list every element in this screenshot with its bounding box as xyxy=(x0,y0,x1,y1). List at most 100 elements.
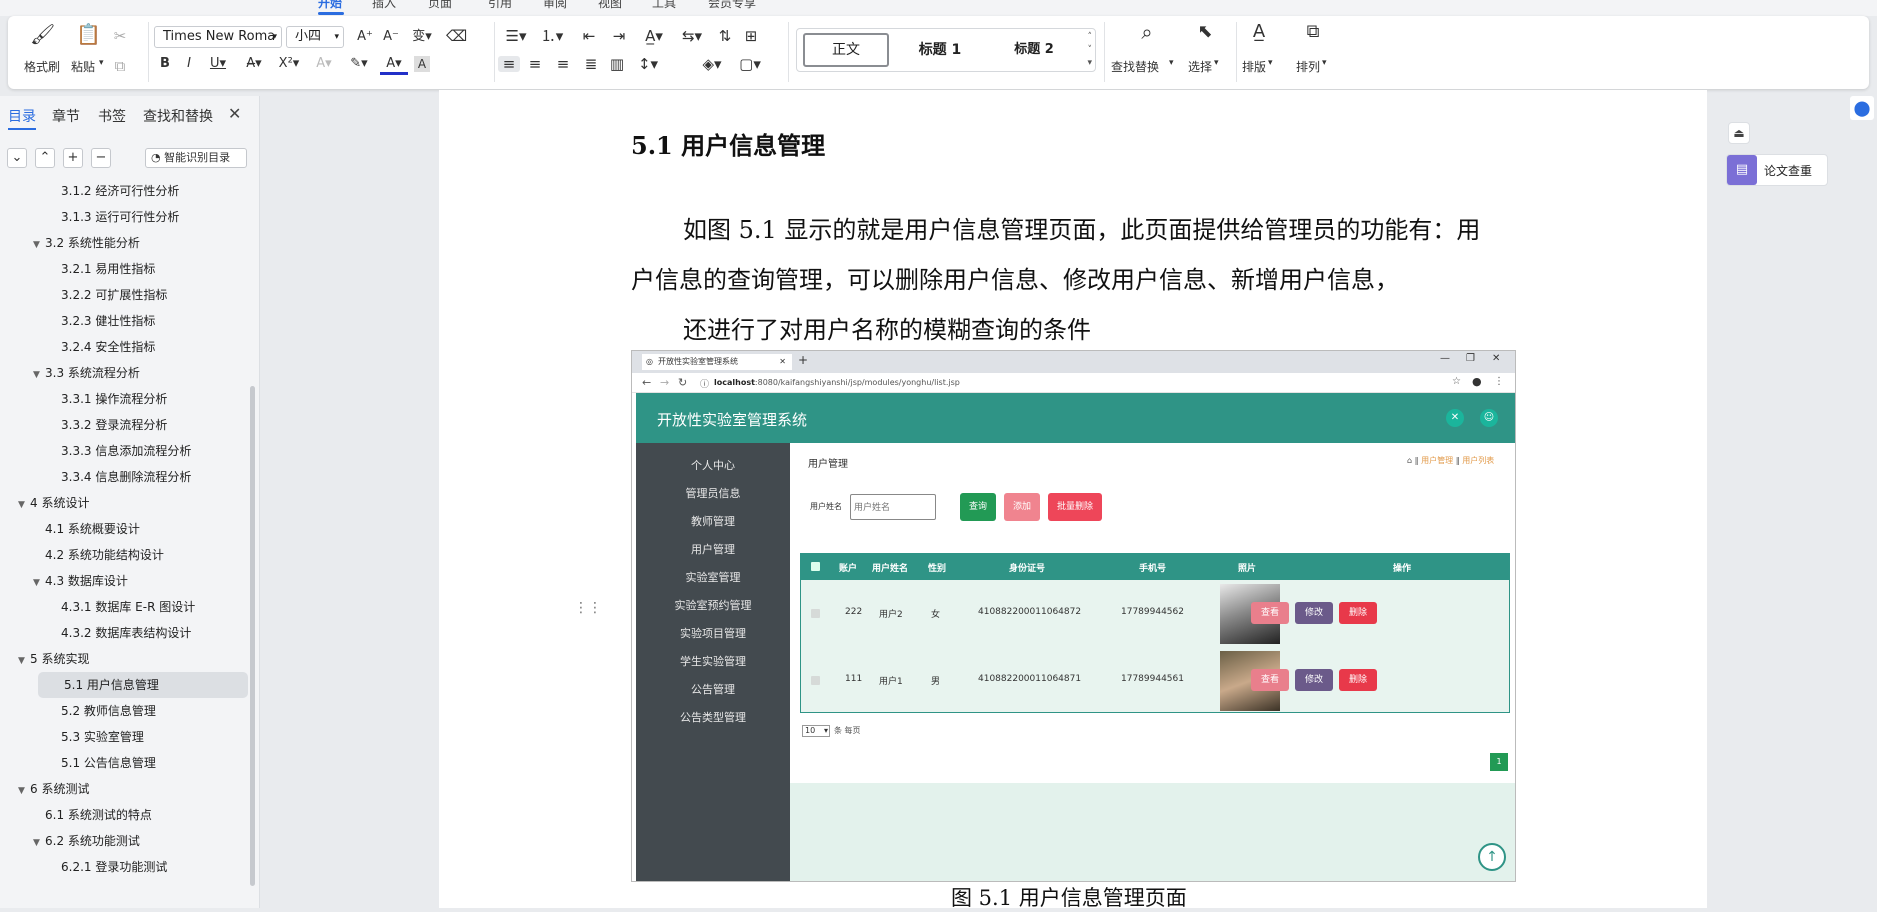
collapse-all-button[interactable]: ⌄ xyxy=(7,148,27,168)
sort-icon[interactable]: ⇅ xyxy=(716,28,734,44)
pagination-current[interactable]: 1 xyxy=(1490,753,1508,771)
forward-icon[interactable]: → xyxy=(660,376,669,389)
toc-item[interactable]: ▼ 6 系统测试 xyxy=(0,776,89,802)
toc-item[interactable]: 3.2.4 安全性指标 xyxy=(0,334,155,360)
paste-dropdown-icon[interactable]: ▾ xyxy=(99,58,104,68)
menu-tab-start[interactable]: 开始 xyxy=(318,0,342,11)
plagiarism-check-button[interactable]: ▤ 论文查重 xyxy=(1726,154,1828,186)
add-heading-button[interactable]: + xyxy=(63,148,83,168)
toc-item[interactable]: 3.1.3 运行可行性分析 xyxy=(0,204,179,230)
browser-tab[interactable]: ◎ 开放性实验室管理系统 ✕ xyxy=(642,354,792,370)
page-size-select[interactable]: 10 ▾ xyxy=(802,725,830,737)
expand-arrow-icon[interactable]: ▼ xyxy=(33,570,45,596)
star-icon[interactable]: ☆ xyxy=(1452,376,1461,387)
edit-button[interactable]: 修改 xyxy=(1295,669,1333,691)
minimize-icon[interactable]: — xyxy=(1440,353,1450,364)
toc-item[interactable]: 3.2.3 健壮性指标 xyxy=(0,308,155,334)
select-cursor-icon[interactable]: ⬉ xyxy=(1194,23,1216,41)
italic-icon[interactable]: I xyxy=(180,56,198,72)
chevron-down-icon[interactable]: ▾ xyxy=(1169,58,1174,68)
row-checkbox[interactable] xyxy=(811,676,820,685)
phonetic-icon[interactable]: 变▾ xyxy=(408,29,436,45)
search-input[interactable] xyxy=(850,494,936,520)
format-painter-icon[interactable]: 🖌 xyxy=(30,24,55,44)
user-icon[interactable]: ☺ xyxy=(1480,409,1498,427)
strikethrough-icon[interactable]: A̶▾ xyxy=(240,56,268,72)
app-menu-item[interactable]: 管理员信息 xyxy=(636,485,790,501)
back-to-top-icon[interactable]: ↑ xyxy=(1478,843,1506,871)
shrink-font-icon[interactable]: A⁻ xyxy=(382,29,400,45)
font-color-icon[interactable]: A▾ xyxy=(380,56,408,75)
superscript-icon[interactable]: X²▾ xyxy=(274,56,304,72)
toc-item[interactable]: 4.1 系统概要设计 xyxy=(0,516,140,542)
style-scroll-icon[interactable]: ˄ ˅ ▾ xyxy=(1087,31,1092,70)
font-size-select[interactable]: 小四 ▾ xyxy=(286,26,344,48)
menu-tab-page[interactable]: 页面 xyxy=(428,0,452,11)
find-replace-button[interactable]: 查找替换 xyxy=(1111,58,1159,75)
bold-icon[interactable]: B xyxy=(156,56,174,72)
toc-item[interactable]: ▼ 6.2 系统功能测试 xyxy=(0,828,140,854)
justify-icon[interactable]: ≣ xyxy=(582,56,600,72)
toc-item[interactable]: 4.2 系统功能结构设计 xyxy=(0,542,164,568)
expand-up-button[interactable]: ⌃ xyxy=(35,148,55,168)
toc-item[interactable]: 3.3.3 信息添加流程分析 xyxy=(0,438,191,464)
app-menu-item[interactable]: 实验项目管理 xyxy=(636,625,790,641)
batch-delete-button[interactable]: 批量删除 xyxy=(1048,493,1102,521)
decrease-indent-icon[interactable]: ⇤ xyxy=(580,28,598,44)
clear-format-icon[interactable]: ⌫ xyxy=(446,28,467,44)
text-effect-icon[interactable]: A▾ xyxy=(310,56,338,72)
toc-item[interactable]: 5.1 公告信息管理 xyxy=(0,750,156,776)
close-icon[interactable]: ✕ xyxy=(779,354,786,370)
back-icon[interactable]: ← xyxy=(642,376,651,389)
toc-item[interactable]: 3.1.2 经济可行性分析 xyxy=(0,178,179,204)
char-shading-icon[interactable]: A xyxy=(414,56,430,72)
expand-arrow-icon[interactable]: ▼ xyxy=(33,362,45,388)
breadcrumb-item[interactable]: 用户管理 xyxy=(1421,456,1453,465)
select-button[interactable]: 选择 xyxy=(1188,58,1212,75)
add-button[interactable]: 添加 xyxy=(1004,493,1040,521)
bullet-list-icon[interactable]: ☰▾ xyxy=(502,28,530,44)
view-button[interactable]: 查看 xyxy=(1251,602,1289,624)
app-menu-item[interactable]: 实验室预约管理 xyxy=(636,597,790,613)
menu-tab-reference[interactable]: 引用 xyxy=(488,0,512,11)
text-direction-icon[interactable]: ⇆▾ xyxy=(678,28,706,44)
style-normal[interactable]: 正文 xyxy=(803,33,889,67)
address-bar[interactable]: ← → ↻ ⓘ localhost:8080/kaifangshiyanshi/… xyxy=(632,373,1515,393)
close-window-icon[interactable]: ✕ xyxy=(1492,353,1500,364)
menu-tab-member[interactable]: 会员专享 xyxy=(708,0,756,11)
toc-item[interactable]: 4.3.2 数据库表结构设计 xyxy=(0,620,191,646)
expand-arrow-icon[interactable]: ▼ xyxy=(33,830,45,856)
smart-toc-button[interactable]: ◔ 智能识别目录 xyxy=(145,148,247,168)
shading-icon[interactable]: ◈▾ xyxy=(698,56,726,72)
toc-item[interactable]: ▼ 4 系统设计 xyxy=(0,490,89,516)
restore-icon[interactable]: ❐ xyxy=(1466,353,1475,364)
chinese-layout-icon[interactable]: A̲▾ xyxy=(640,28,668,44)
expand-arrow-icon[interactable]: ▼ xyxy=(33,232,45,258)
query-button[interactable]: 查询 xyxy=(960,493,996,521)
expand-arrow-icon[interactable]: ▼ xyxy=(18,778,30,804)
align-center-icon[interactable]: ≡ xyxy=(526,56,544,72)
show-marks-icon[interactable]: ⊞ xyxy=(742,28,760,44)
arrange-icon[interactable]: ⧉ xyxy=(1302,23,1324,41)
profile-icon[interactable]: ● xyxy=(1472,375,1482,388)
app-menu-item[interactable]: 教师管理 xyxy=(636,513,790,529)
toc-item[interactable]: 4.3.1 数据库 E-R 图设计 xyxy=(0,594,195,620)
paste-icon[interactable]: 📋 xyxy=(76,24,101,44)
format-painter-button[interactable]: 格式刷 xyxy=(24,58,60,75)
tab-toc[interactable]: 目录 xyxy=(8,106,36,126)
style-heading1[interactable]: 标题 1 xyxy=(897,33,983,67)
expand-arrow-icon[interactable]: ▼ xyxy=(18,648,30,674)
select-all-checkbox[interactable] xyxy=(811,562,820,571)
paste-button[interactable]: 粘贴 xyxy=(71,58,95,75)
more-icon[interactable]: ⋮ xyxy=(1494,376,1504,387)
style-heading2[interactable]: 标题 2 xyxy=(991,33,1077,67)
tab-bookmarks[interactable]: 书签 xyxy=(98,106,126,126)
close-icon[interactable]: ✕ xyxy=(228,104,241,123)
app-menu-item[interactable]: 用户管理 xyxy=(636,541,790,557)
numbered-list-icon[interactable]: ⒈▾ xyxy=(538,28,566,44)
toc-item[interactable]: 3.2.1 易用性指标 xyxy=(0,256,155,282)
toc-item[interactable]: 3.3.4 信息删除流程分析 xyxy=(0,464,191,490)
menu-tab-review[interactable]: 审阅 xyxy=(543,0,567,11)
toc-item[interactable]: 6.2.1 登录功能测试 xyxy=(0,854,167,880)
align-right-icon[interactable]: ≡ xyxy=(554,56,572,72)
